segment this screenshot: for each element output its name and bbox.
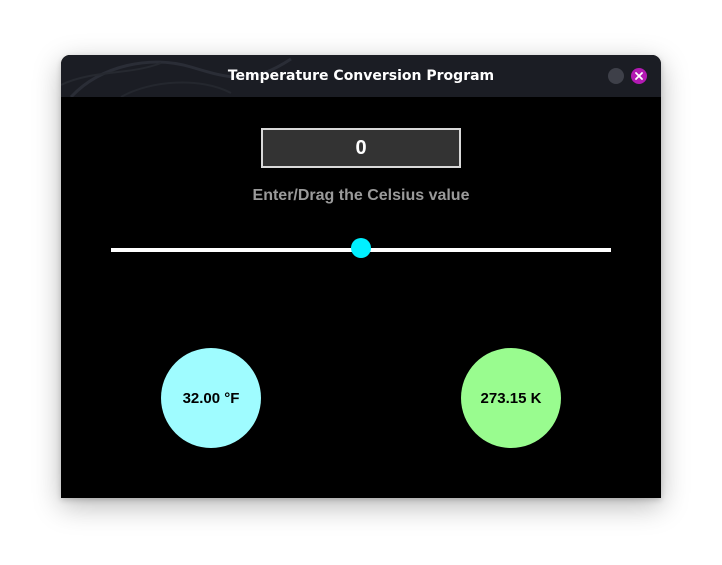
window-title: Temperature Conversion Program — [227, 68, 495, 84]
title-bar[interactable]: Temperature Conversion Program — [61, 55, 661, 97]
close-icon — [635, 72, 643, 80]
kelvin-value: 273.15 K — [480, 389, 542, 407]
celsius-prompt-label: Enter/Drag the Celsius value — [252, 187, 470, 204]
fahrenheit-display: 32.00 °F — [161, 348, 261, 448]
kelvin-display: 273.15 K — [461, 348, 561, 448]
app-window: Temperature Conversion Program Enter/Dra… — [61, 55, 661, 498]
fahrenheit-value: 32.00 °F — [182, 389, 240, 407]
celsius-input[interactable] — [261, 128, 461, 168]
minimize-button[interactable] — [608, 68, 624, 84]
close-button[interactable] — [631, 68, 647, 84]
celsius-slider-handle[interactable] — [351, 238, 371, 258]
